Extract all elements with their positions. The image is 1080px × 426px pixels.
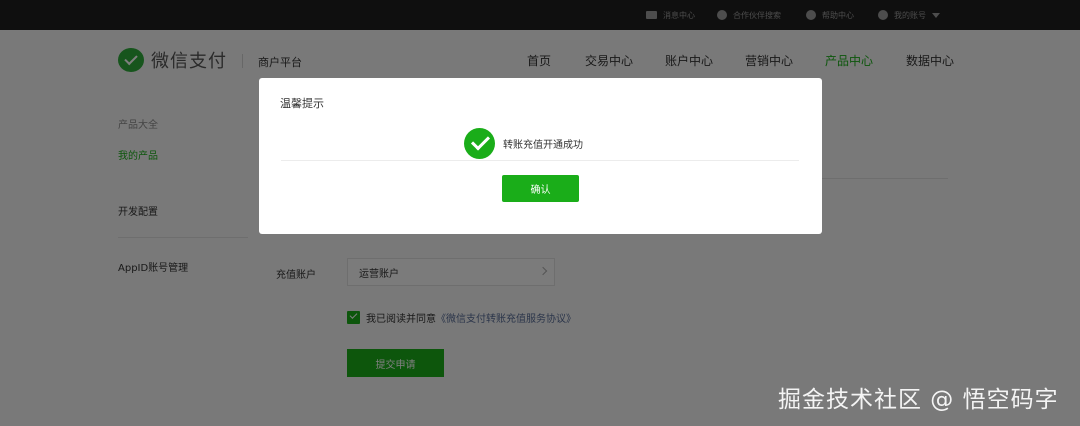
dialog-status: 转账充值开通成功 (464, 128, 583, 159)
confirm-button[interactable]: 确认 (502, 175, 579, 202)
dialog-status-text: 转账充值开通成功 (503, 140, 583, 151)
dialog-divider (281, 160, 799, 161)
notice-dialog: 温馨提示 转账充值开通成功 确认 (259, 78, 822, 234)
watermark-text: 掘金技术社区 @ 悟空码字 (778, 387, 1059, 413)
success-check-icon (464, 128, 495, 159)
dialog-title: 温馨提示 (280, 97, 324, 110)
